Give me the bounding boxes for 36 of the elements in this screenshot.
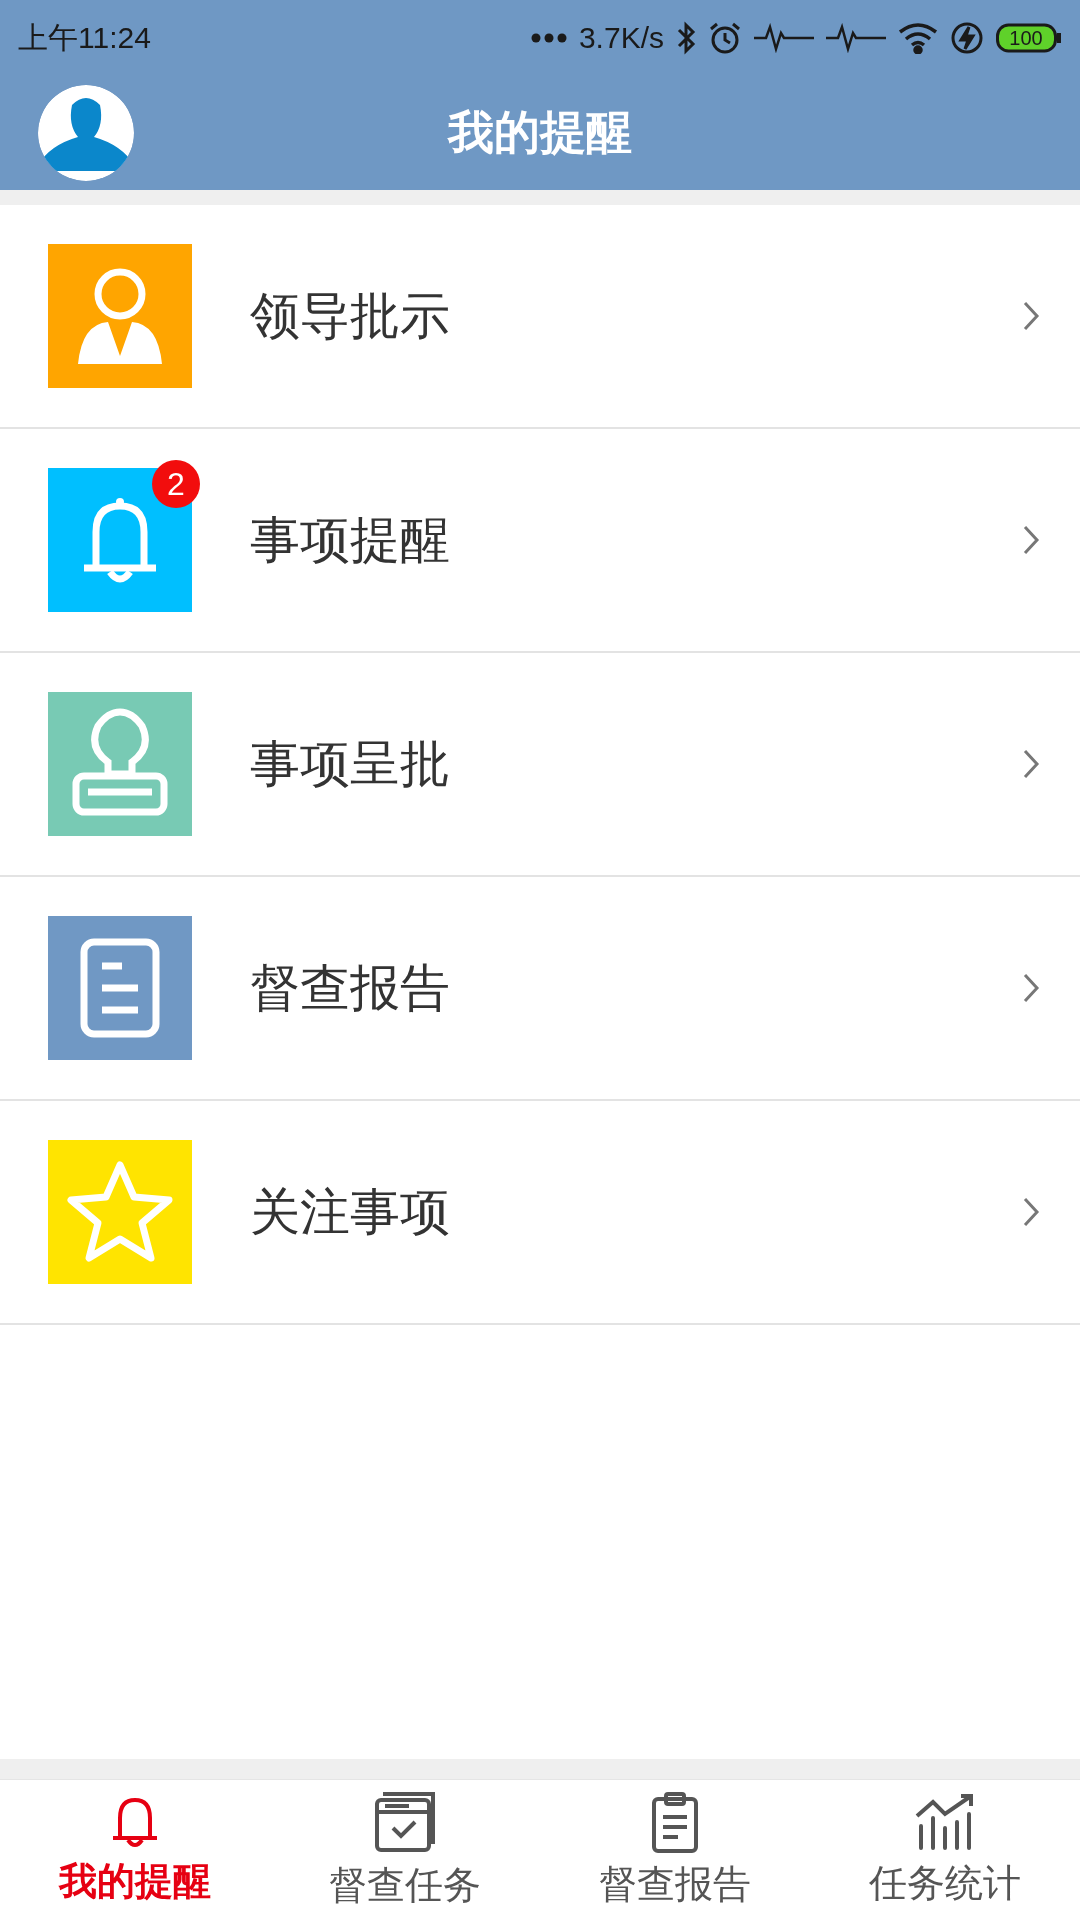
calendar-check-icon	[373, 1789, 437, 1854]
pulse-icon	[826, 23, 886, 53]
menu-item[interactable]: 督查报告	[0, 877, 1080, 1101]
charging-icon	[950, 21, 984, 55]
bluetooth-icon	[676, 21, 696, 55]
menu-label: 督查报告	[250, 957, 451, 1019]
document-icon	[78, 936, 162, 1040]
tab-item[interactable]: 任务统计	[810, 1780, 1080, 1920]
count-badge: 2	[152, 460, 200, 508]
star-icon	[65, 1159, 175, 1265]
chevron-right-icon	[1022, 300, 1040, 332]
menu-label: 关注事项	[250, 1181, 451, 1243]
wifi-icon	[898, 22, 938, 54]
menu-item[interactable]: 事项呈批	[0, 653, 1080, 877]
menu-label: 领导批示	[250, 285, 451, 347]
menu-label: 事项提醒	[250, 509, 451, 571]
clipboard-icon	[650, 1790, 700, 1853]
chevron-right-icon	[1022, 972, 1040, 1004]
pulse-icon	[754, 23, 814, 53]
chevron-right-icon	[1022, 524, 1040, 556]
battery-level: 100	[1009, 27, 1043, 49]
status-time: 上午11:24	[18, 19, 152, 56]
menu-item[interactable]: 2 事项提醒	[0, 429, 1080, 653]
alarm-icon	[708, 21, 742, 55]
tab-item[interactable]: 督查报告	[540, 1780, 810, 1920]
avatar-icon[interactable]	[38, 85, 134, 181]
menu-label: 事项呈批	[250, 733, 451, 795]
chevron-right-icon	[1022, 748, 1040, 780]
tab-item[interactable]: 我的提醒	[0, 1780, 270, 1920]
menu-item[interactable]: 领导批示	[0, 205, 1080, 429]
more-dots-icon	[530, 33, 567, 43]
chevron-right-icon	[1022, 1196, 1040, 1228]
menu-item[interactable]: 关注事项	[0, 1101, 1080, 1325]
tab-item[interactable]: 督查任务	[270, 1780, 540, 1920]
page-title: 我的提醒	[448, 104, 632, 161]
network-speed: 3.7K/s	[578, 21, 664, 55]
